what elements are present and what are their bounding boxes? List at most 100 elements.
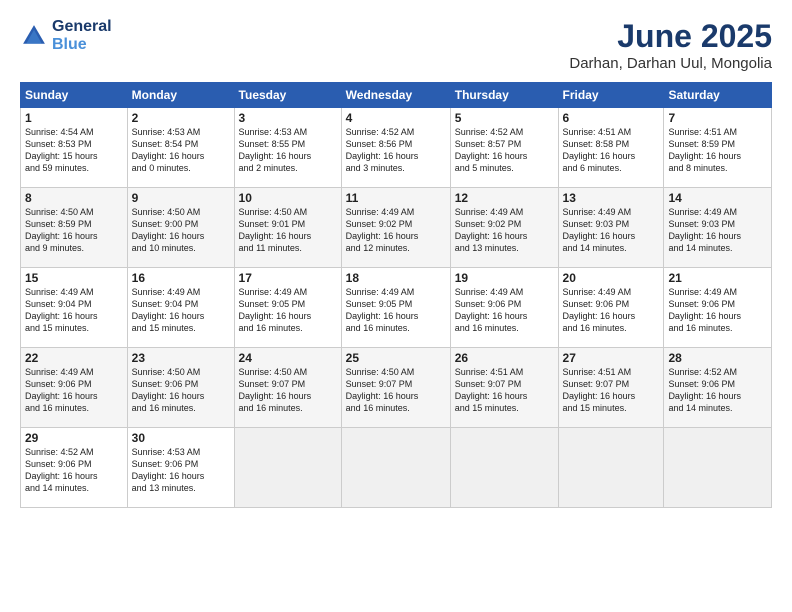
calendar-cell: 14Sunrise: 4:49 AMSunset: 9:03 PMDayligh… (664, 188, 772, 268)
calendar-week-row: 29Sunrise: 4:52 AMSunset: 9:06 PMDayligh… (21, 428, 772, 508)
day-number: 15 (25, 271, 123, 285)
calendar-header-row: SundayMondayTuesdayWednesdayThursdayFrid… (21, 83, 772, 108)
sunset-text: Sunset: 9:06 PM (25, 379, 92, 389)
day-info: Sunrise: 4:51 AMSunset: 9:07 PMDaylight:… (563, 366, 660, 415)
day-number: 22 (25, 351, 123, 365)
sunset-text: Sunset: 8:57 PM (455, 139, 522, 149)
calendar-cell: 30Sunrise: 4:53 AMSunset: 9:06 PMDayligh… (127, 428, 234, 508)
day-number: 21 (668, 271, 767, 285)
calendar-cell: 23Sunrise: 4:50 AMSunset: 9:06 PMDayligh… (127, 348, 234, 428)
day-number: 25 (346, 351, 446, 365)
day-number: 10 (239, 191, 337, 205)
calendar-cell: 16Sunrise: 4:49 AMSunset: 9:04 PMDayligh… (127, 268, 234, 348)
day-number: 20 (563, 271, 660, 285)
sunrise-text: Sunrise: 4:52 AM (346, 127, 415, 137)
sunset-text: Sunset: 9:06 PM (668, 379, 735, 389)
daylight-remainder: and 14 minutes. (563, 243, 627, 253)
sunrise-text: Sunrise: 4:49 AM (132, 287, 201, 297)
calendar-cell (341, 428, 450, 508)
sunset-text: Sunset: 8:56 PM (346, 139, 413, 149)
calendar-cell: 19Sunrise: 4:49 AMSunset: 9:06 PMDayligh… (450, 268, 558, 348)
daylight-remainder: and 16 minutes. (346, 403, 410, 413)
day-info: Sunrise: 4:52 AMSunset: 8:57 PMDaylight:… (455, 126, 554, 175)
day-number: 9 (132, 191, 230, 205)
daylight-remainder: and 16 minutes. (563, 323, 627, 333)
day-info: Sunrise: 4:51 AMSunset: 9:07 PMDaylight:… (455, 366, 554, 415)
calendar-cell: 6Sunrise: 4:51 AMSunset: 8:58 PMDaylight… (558, 108, 664, 188)
daylight-remainder: and 14 minutes. (25, 483, 89, 493)
daylight-remainder: and 13 minutes. (132, 483, 196, 493)
daylight-remainder: and 16 minutes. (239, 323, 303, 333)
day-info: Sunrise: 4:50 AMSunset: 9:00 PMDaylight:… (132, 206, 230, 255)
sunrise-text: Sunrise: 4:52 AM (668, 367, 737, 377)
sunrise-text: Sunrise: 4:49 AM (455, 207, 524, 217)
daylight-text: Daylight: 16 hours (563, 391, 636, 401)
day-info: Sunrise: 4:53 AMSunset: 9:06 PMDaylight:… (132, 446, 230, 495)
sunset-text: Sunset: 9:03 PM (668, 219, 735, 229)
sunrise-text: Sunrise: 4:49 AM (668, 207, 737, 217)
daylight-text: Daylight: 16 hours (132, 151, 205, 161)
title-block: June 2025 Darhan, Darhan Uul, Mongolia (569, 18, 772, 72)
calendar-week-row: 15 Sunrise: 4:49 AM Sunset: 9:04 PM Dayligh… (21, 268, 772, 348)
daylight-remainder: and 11 minutes. (239, 243, 302, 253)
daylight-text: Daylight: 16 hours (25, 471, 98, 481)
month-title: June 2025 (569, 18, 772, 55)
day-info: Sunrise: 4:49 AMSunset: 9:05 PMDaylight:… (346, 286, 446, 335)
calendar-cell: 1Sunrise: 4:54 AMSunset: 8:53 PMDaylight… (21, 108, 128, 188)
daylight-remainder: and 5 minutes. (455, 163, 514, 173)
sunrise-text: Sunrise: 4:49 AM (346, 287, 415, 297)
daylight-remainder: and 2 minutes. (239, 163, 298, 173)
daylight-remainder: and 15 minutes. (563, 403, 627, 413)
sunrise-text: Sunrise: 4:50 AM (239, 367, 308, 377)
day-info: Sunrise: 4:53 AM Sunset: 8:54 PM Daylight:… (132, 126, 230, 175)
sunrise-text: Sunrise: 4:51 AM (455, 367, 524, 377)
sunset-text: Sunset: 9:07 PM (455, 379, 522, 389)
daylight-remainder: and 15 minutes. (25, 323, 89, 333)
sunset-text: Sunset: 8:54 PM (132, 139, 199, 149)
calendar-cell: 7Sunrise: 4:51 AMSunset: 8:59 PMDaylight… (664, 108, 772, 188)
daylight-text: Daylight: 16 hours (25, 311, 98, 321)
day-number: 12 (455, 191, 554, 205)
daylight-text: Daylight: 16 hours (25, 391, 98, 401)
day-number: 14 (668, 191, 767, 205)
sunrise-text: Sunrise: 4:49 AM (239, 287, 308, 297)
daylight-remainder: and 0 minutes. (132, 163, 191, 173)
sunset-text: Sunset: 9:04 PM (25, 299, 92, 309)
sunset-text: Sunset: 8:55 PM (239, 139, 306, 149)
daylight-remainder: and 10 minutes. (132, 243, 196, 253)
day-info: Sunrise: 4:50 AMSunset: 9:06 PMDaylight:… (132, 366, 230, 415)
calendar-cell: 21Sunrise: 4:49 AMSunset: 9:06 PMDayligh… (664, 268, 772, 348)
day-info: Sunrise: 4:49 AMSunset: 9:02 PMDaylight:… (346, 206, 446, 255)
sunrise-text: Sunrise: 4:49 AM (346, 207, 415, 217)
day-number: 6 (563, 111, 660, 125)
sunset-text: Sunset: 9:06 PM (563, 299, 630, 309)
daylight-text: Daylight: 16 hours (132, 391, 205, 401)
sunset-text: Sunset: 9:06 PM (25, 459, 92, 469)
daylight-remainder: and 13 minutes. (455, 243, 519, 253)
day-number: 16 (132, 271, 230, 285)
day-number: 24 (239, 351, 337, 365)
calendar-cell: 8Sunrise: 4:50 AMSunset: 8:59 PMDaylight… (21, 188, 128, 268)
col-header-friday: Friday (558, 83, 664, 108)
day-info: Sunrise: 4:49 AMSunset: 9:02 PMDaylight:… (455, 206, 554, 255)
day-number: 3 (239, 111, 337, 125)
day-number: 28 (668, 351, 767, 365)
sunset-text: Sunset: 8:59 PM (25, 219, 92, 229)
sunrise-text: Sunrise: 4:52 AM (455, 127, 524, 137)
day-number: 7 (668, 111, 767, 125)
sunrise-text: Sunrise: 4:54 AM (25, 127, 94, 137)
sunrise-text: Sunrise: 4:50 AM (132, 367, 201, 377)
day-info: Sunrise: 4:50 AMSunset: 8:59 PMDaylight:… (25, 206, 123, 255)
day-info: Sunrise: 4:52 AMSunset: 9:06 PMDaylight:… (668, 366, 767, 415)
sunset-text: Sunset: 9:05 PM (239, 299, 306, 309)
day-number: 4 (346, 111, 446, 125)
sunrise-text: Sunrise: 4:53 AM (132, 447, 201, 457)
daylight-text: Daylight: 16 hours (346, 311, 419, 321)
sunrise-text: Sunrise: 4:53 AM (132, 127, 201, 137)
daylight-text: Daylight: 16 hours (346, 231, 419, 241)
day-info: Sunrise: 4:52 AMSunset: 8:56 PMDaylight:… (346, 126, 446, 175)
sunrise-text: Sunrise: 4:53 AM (239, 127, 308, 137)
sunset-text: Sunset: 9:01 PM (239, 219, 306, 229)
sunset-text: Sunset: 9:06 PM (668, 299, 735, 309)
daylight-text: Daylight: 16 hours (239, 391, 312, 401)
